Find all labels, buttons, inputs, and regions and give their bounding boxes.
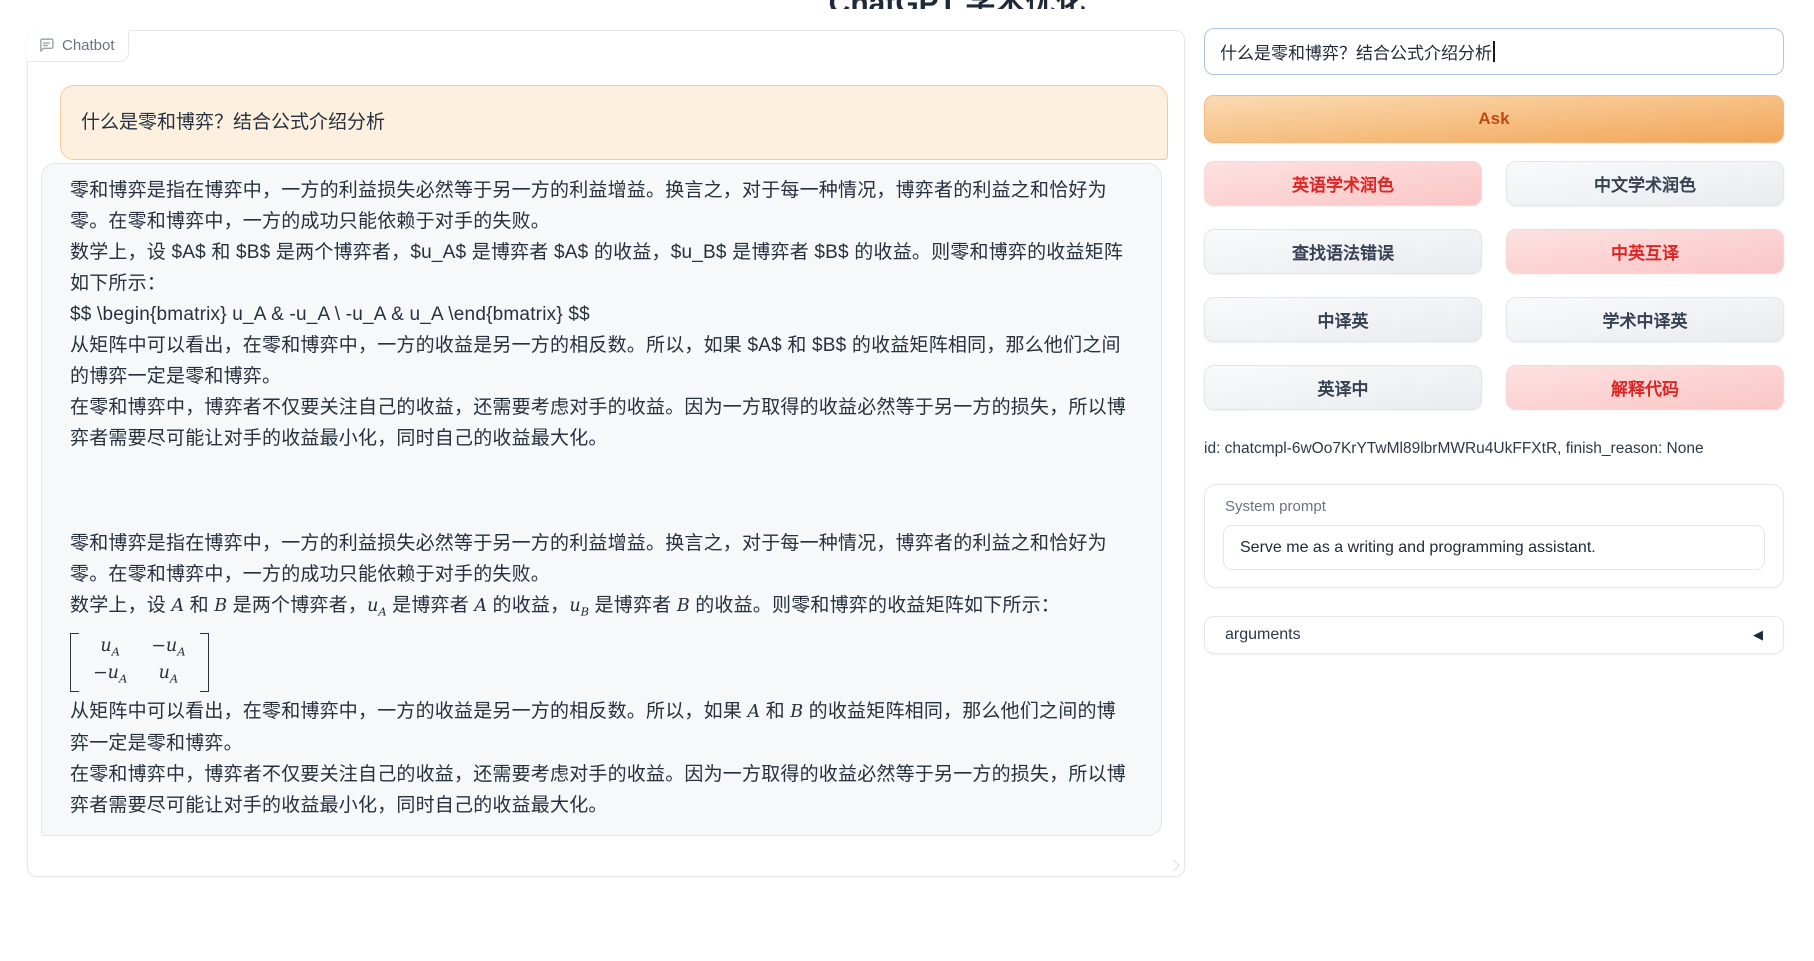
resize-handle[interactable] [1167,859,1180,872]
bot-rendered-paragraph: 在零和博弈中，博弈者不仅要关注自己的收益，还需要考虑对手的收益。因为一方取得的收… [70,759,1133,821]
page-title-clipped: ChatGPT 学术优化 [0,0,1814,9]
system-prompt-value: Serve me as a writing and programming as… [1240,539,1596,557]
bot-raw-paragraph: $$ \begin{bmatrix} u_A & -u_A \ -u_A & u… [70,299,1133,330]
math-var: B [790,702,803,722]
math-var: B [214,596,227,616]
system-prompt-input[interactable]: Serve me as a writing and programming as… [1223,525,1765,570]
chatbot-label: Chatbot [27,30,129,62]
bot-rendered-paragraph-math: 从矩阵中可以看出，在零和博弈中，一方的收益是另一方的相反数。所以，如果 A 和 … [70,696,1133,759]
app-page: ChatGPT 学术优化 Chatbot 什么是零和博弈？结合公式介绍分析 零和… [0,0,1814,961]
accordion-label: arguments [1225,626,1301,644]
bot-raw-paragraph: 在零和博弈中，博弈者不仅要关注自己的收益，还需要考虑对手的收益。因为一方取得的收… [70,392,1133,454]
prompt-input[interactable]: 什么是零和博弈？结合公式介绍分析 [1204,28,1784,75]
message-blank-gap [70,454,1133,528]
quick-action-button[interactable]: 英语学术润色 [1204,161,1482,206]
matrix-cell: −uA [151,635,185,663]
math-var: uA [367,596,387,616]
math-var: −uA [151,636,185,656]
system-prompt-label: System prompt [1225,498,1765,515]
math-var: A [747,702,760,722]
chat-bubble-icon [38,37,55,54]
matrix-left-bracket-icon [70,633,79,692]
quick-action-button[interactable]: 查找语法错误 [1204,229,1482,274]
bot-raw-paragraph: 从矩阵中可以看出，在零和博弈中，一方的收益是另一方的相反数。所以，如果 $A$ … [70,330,1133,392]
matrix-cell: −uA [93,662,127,690]
matrix-right-bracket-icon [200,633,209,692]
chatbot-panel: Chatbot 什么是零和博弈？结合公式介绍分析 零和博弈是指在博弈中，一方的利… [27,30,1185,877]
prompt-input-value: 什么是零和博弈？结合公式介绍分析 [1220,39,1492,64]
page-title: ChatGPT 学术优化 [829,0,1086,9]
text-cursor [1493,41,1495,62]
quick-action-button[interactable]: 中译英 [1204,297,1482,342]
quick-action-button[interactable]: 中文学术润色 [1506,161,1784,206]
arguments-accordion[interactable]: arguments ◀ [1204,616,1784,654]
quick-action-button[interactable]: 英译中 [1204,365,1482,410]
matrix-cells: uA −uA −uA uA [83,633,196,692]
bot-rendered-paragraph-math: 数学上，设 A 和 B 是两个博弈者，uA 是博弈者 A 的收益，uB 是博弈者… [70,590,1133,628]
bot-raw-paragraph: 数学上，设 $A$ 和 $B$ 是两个博弈者，$u_A$ 是博弈者 $A$ 的收… [70,237,1133,299]
status-line: id: chatcmpl-6wOo7KrYTwMl89lbrMWRu4UkFFX… [1204,440,1784,458]
quick-action-button[interactable]: 中英互译 [1506,229,1784,274]
matrix-cell: uA [93,635,127,663]
chatbot-label-text: Chatbot [62,37,115,54]
math-var: uB [569,596,589,616]
quick-action-button[interactable]: 学术中译英 [1506,297,1784,342]
user-message: 什么是零和博弈？结合公式介绍分析 [60,85,1168,160]
math-var: −uA [93,663,127,683]
bot-raw-block: 零和博弈是指在博弈中，一方的利益损失必然等于另一方的利益增益。换言之，对于每一种… [70,175,1133,454]
math-var: uA [100,636,120,656]
bot-message: 零和博弈是指在博弈中，一方的利益损失必然等于另一方的利益增益。换言之，对于每一种… [41,163,1162,836]
ask-button-label: Ask [1478,109,1509,129]
quick-action-button[interactable]: 解释代码 [1506,365,1784,410]
math-var: A [171,596,184,616]
payoff-matrix: uA −uA −uA uA [70,633,209,692]
bot-rendered-paragraph: 零和博弈是指在博弈中，一方的利益损失必然等于另一方的利益增益。换言之，对于每一种… [70,528,1133,590]
quick-action-grid: 英语学术润色中文学术润色查找语法错误中英互译中译英学术中译英英译中解释代码 [1204,161,1784,410]
system-prompt-group: System prompt Serve me as a writing and … [1204,484,1784,588]
ask-button[interactable]: Ask [1204,95,1784,143]
math-var: B [677,596,690,616]
collapse-triangle-icon: ◀ [1753,627,1763,643]
matrix-cell: uA [151,662,185,690]
math-var: A [474,596,487,616]
bot-raw-paragraph: 零和博弈是指在博弈中，一方的利益损失必然等于另一方的利益增益。换言之，对于每一种… [70,175,1133,237]
user-message-text: 什么是零和博弈？结合公式介绍分析 [81,112,385,133]
bot-rendered-block: 零和博弈是指在博弈中，一方的利益损失必然等于另一方的利益增益。换言之，对于每一种… [70,528,1133,821]
math-var: uA [159,663,179,683]
